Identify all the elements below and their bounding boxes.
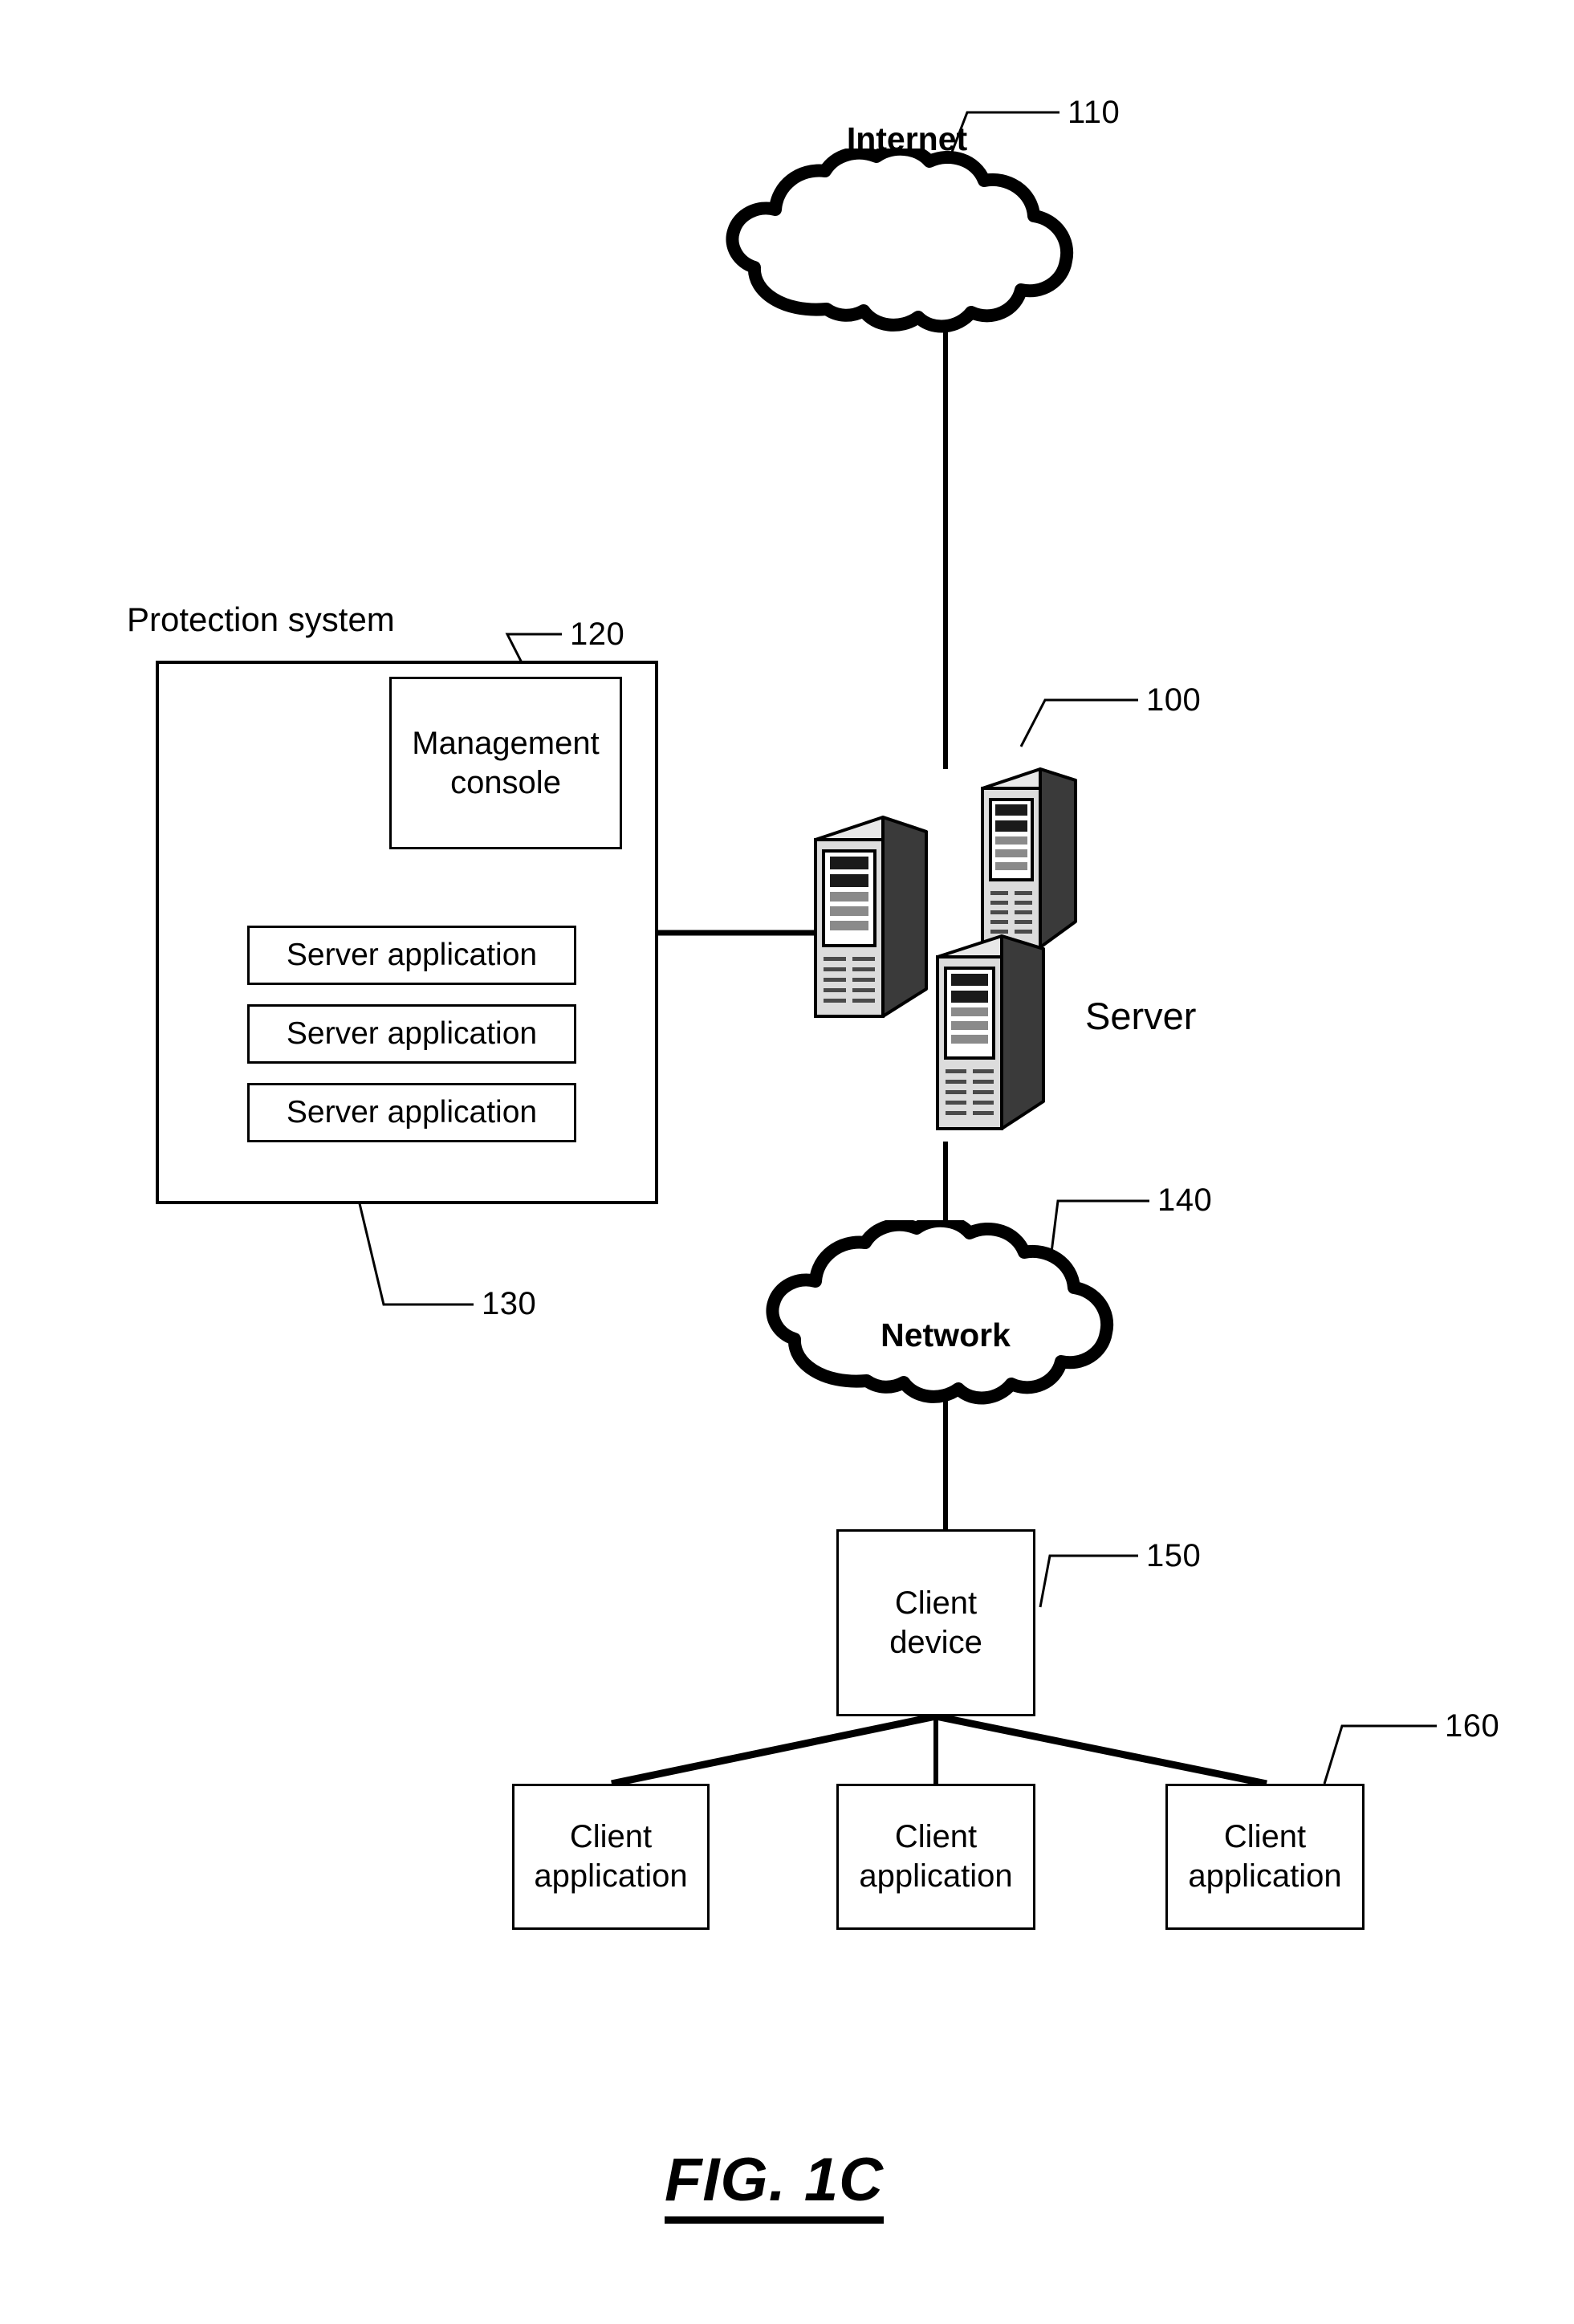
client-application-box-3[interactable]: Client application [1165, 1784, 1365, 1930]
client-device-box[interactable]: Client device [836, 1529, 1035, 1716]
reference-number-120: 120 [570, 617, 625, 652]
management-console-label: Management console [412, 725, 600, 800]
server-cluster-label: Server [1085, 995, 1197, 1037]
management-console-box[interactable]: Management console [389, 677, 622, 849]
reference-number-130: 130 [482, 1286, 537, 1321]
reference-number-140: 140 [1157, 1182, 1213, 1218]
client-device-label: Client device [889, 1585, 982, 1660]
reference-number-100: 100 [1146, 682, 1202, 718]
patent-figure-1c: Internet 110 Protection system Managemen… [0, 0, 1574, 2324]
reference-number-150: 150 [1146, 1538, 1202, 1573]
client-application-label-2: Client application [859, 1819, 1013, 1894]
client-application-label-1: Client application [534, 1819, 688, 1894]
server-tower-icon-1 [814, 816, 928, 1018]
server-application-box-3[interactable]: Server application [247, 1083, 576, 1142]
server-application-box-2[interactable]: Server application [247, 1004, 576, 1064]
server-application-label-3: Server application [286, 1095, 538, 1130]
reference-number-110: 110 [1068, 95, 1121, 130]
server-application-label-1: Server application [286, 938, 538, 973]
cloud-icon-network [766, 1220, 1114, 1405]
internet-cloud-label: Internet [846, 120, 968, 157]
client-application-box-1[interactable]: Client application [512, 1784, 710, 1930]
client-application-label-3: Client application [1188, 1819, 1342, 1894]
server-application-box-1[interactable]: Server application [247, 926, 576, 985]
client-application-box-2[interactable]: Client application [836, 1784, 1035, 1930]
reference-number-160: 160 [1445, 1708, 1500, 1744]
network-cloud-label: Network [881, 1317, 1011, 1353]
figure-caption: FIG. 1C [665, 2145, 885, 2224]
cloud-icon-internet [726, 149, 1074, 333]
server-application-label-2: Server application [286, 1016, 538, 1052]
protection-system-label: Protection system [127, 600, 395, 638]
server-tower-icon-3 [936, 934, 1045, 1130]
